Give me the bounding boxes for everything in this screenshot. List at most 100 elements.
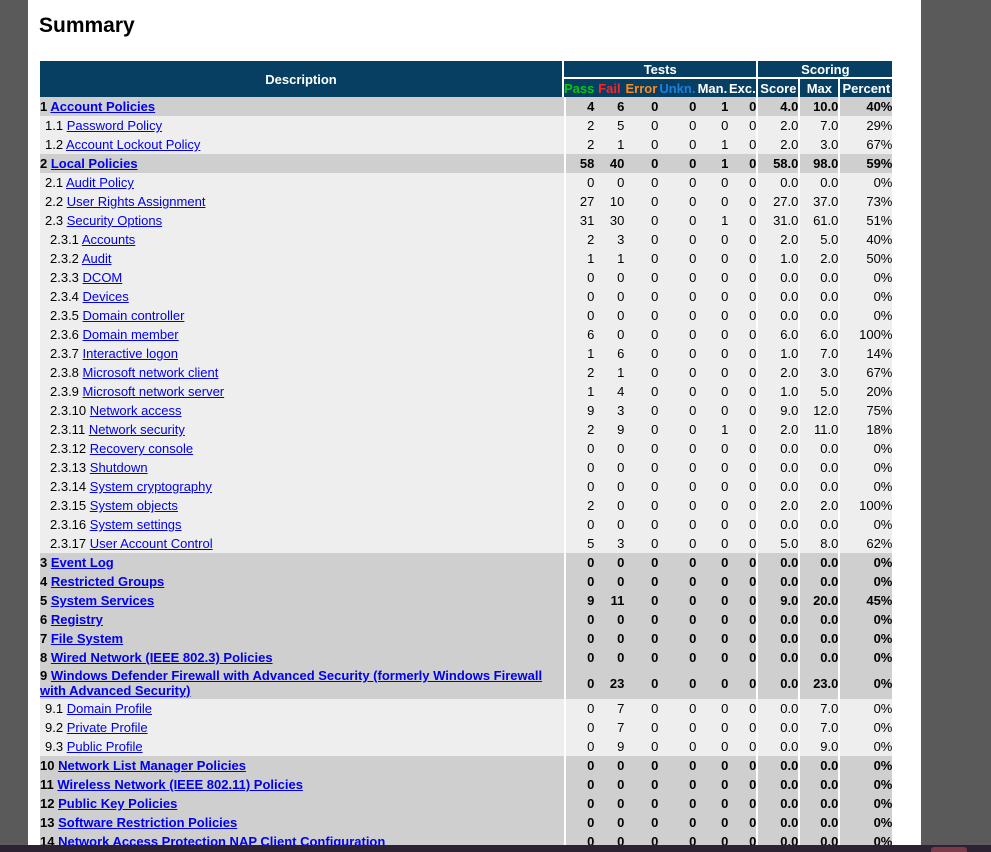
pass-cell: 2 (564, 363, 595, 382)
excluded-cell: 0 (728, 344, 759, 363)
section-link[interactable]: Windows Defender Firewall with Advanced … (40, 668, 542, 698)
section-link[interactable]: Software Restriction Policies (58, 815, 237, 830)
section-link[interactable]: Account Policies (50, 99, 155, 114)
max-cell: 0.0 (798, 306, 839, 325)
header-max: Max (798, 79, 839, 97)
section-link[interactable]: Network List Manager Policies (58, 758, 246, 773)
section-link[interactable]: Password Policy (67, 118, 162, 133)
error-cell: 0 (624, 287, 659, 306)
fail-cell: 1 (594, 363, 625, 382)
error-cell: 0 (624, 363, 659, 382)
excluded-cell: 0 (728, 572, 759, 591)
manual-cell: 0 (696, 756, 729, 775)
section-link[interactable]: Private Profile (67, 720, 148, 735)
fail-cell: 0 (594, 648, 625, 667)
section-link[interactable]: System settings (90, 517, 182, 532)
section-link[interactable]: Restricted Groups (51, 574, 164, 589)
table-row: 5 System Services 9 11 0 0 0 0 9.0 20.0 45% (40, 591, 893, 610)
section-link[interactable]: Registry (51, 612, 103, 627)
excluded-cell: 0 (728, 135, 759, 154)
percent-cell: 59% (838, 154, 893, 173)
section-link[interactable]: Audit (82, 251, 112, 266)
fail-cell: 0 (594, 306, 625, 325)
excluded-cell: 0 (728, 794, 759, 813)
section-link[interactable]: Wired Network (IEEE 802.3) Policies (51, 650, 273, 665)
section-link[interactable]: Domain Profile (67, 701, 152, 716)
section-link[interactable]: Local Policies (51, 156, 138, 171)
section-link[interactable]: Microsoft network server (83, 384, 225, 399)
percent-cell: 0% (838, 813, 893, 832)
row-description: 10 Network List Manager Policies (40, 756, 564, 775)
section-link[interactable]: File System (51, 631, 123, 646)
manual-cell: 1 (696, 420, 729, 439)
max-cell: 0.0 (798, 756, 839, 775)
section-link[interactable]: Security Options (67, 213, 162, 228)
row-description: 2.2 User Rights Assignment (40, 192, 564, 211)
table-row: 2.1 Audit Policy 0 0 0 0 0 0 0.0 0.0 0% (40, 173, 893, 192)
manual-cell: 0 (696, 629, 729, 648)
row-description: 2.3.5 Domain controller (40, 306, 564, 325)
percent-cell: 0% (838, 775, 893, 794)
unknown-cell: 0 (658, 648, 697, 667)
unknown-cell: 0 (658, 775, 697, 794)
section-link[interactable]: Audit Policy (66, 175, 134, 190)
section-link[interactable]: Network security (89, 422, 185, 437)
pass-cell: 0 (564, 553, 595, 572)
manual-cell: 0 (696, 439, 729, 458)
table-row: 4 Restricted Groups 0 0 0 0 0 0 0.0 0.0 0% (40, 572, 893, 591)
score-cell: 0.0 (758, 667, 799, 699)
table-row: 2.3.2 Audit 1 1 0 0 0 0 1.0 2.0 50% (40, 249, 893, 268)
fail-cell: 9 (594, 420, 625, 439)
section-link[interactable]: DCOM (83, 270, 123, 285)
row-description: 6 Registry (40, 610, 564, 629)
table-row: 2.3.8 Microsoft network client 2 1 0 0 0 0 2.0 3… (40, 363, 893, 382)
section-link[interactable]: System Services (51, 593, 154, 608)
score-cell: 2.0 (758, 496, 799, 515)
section-link[interactable]: Account Lockout Policy (66, 137, 200, 152)
manual-cell: 0 (696, 458, 729, 477)
section-link[interactable]: Domain member (83, 327, 179, 342)
table-row: 2.3.6 Domain member 6 0 0 0 0 0 6.0 6.0 100% (40, 325, 893, 344)
unknown-cell: 0 (658, 363, 697, 382)
percent-cell: 67% (838, 135, 893, 154)
section-link[interactable]: Interactive logon (83, 346, 178, 361)
section-link[interactable]: System objects (90, 498, 178, 513)
manual-cell: 1 (696, 211, 729, 230)
section-link[interactable]: User Account Control (90, 536, 213, 551)
excluded-cell: 0 (728, 775, 759, 794)
section-link[interactable]: Public Key Policies (58, 796, 177, 811)
max-cell: 10.0 (798, 97, 839, 116)
percent-cell: 0% (838, 667, 893, 699)
error-cell: 0 (624, 192, 659, 211)
pass-cell: 1 (564, 344, 595, 363)
section-link[interactable]: Shutdown (90, 460, 148, 475)
section-link[interactable]: Recovery console (90, 441, 193, 456)
section-link[interactable]: Public Profile (67, 739, 143, 754)
section-number: 2.3.11 (50, 422, 86, 437)
section-link[interactable]: Event Log (51, 555, 114, 570)
section-link[interactable]: Devices (83, 289, 129, 304)
manual-cell: 0 (696, 648, 729, 667)
percent-cell: 75% (838, 401, 893, 420)
section-link[interactable]: Domain controller (83, 308, 185, 323)
unknown-cell: 0 (658, 97, 697, 116)
excluded-cell: 0 (728, 496, 759, 515)
section-link[interactable]: User Rights Assignment (67, 194, 206, 209)
score-cell: 0.0 (758, 832, 799, 845)
section-link[interactable]: Microsoft network client (83, 365, 219, 380)
pass-cell: 9 (564, 401, 595, 420)
section-link[interactable]: Accounts (82, 232, 135, 247)
section-link[interactable]: System cryptography (90, 479, 212, 494)
fail-cell: 6 (594, 97, 625, 116)
section-link[interactable]: Network access (90, 403, 182, 418)
section-link[interactable]: Network Access Protection NAP Client Con… (58, 834, 385, 845)
section-link[interactable]: Wireless Network (IEEE 802.11) Policies (57, 777, 303, 792)
pass-cell: 1 (564, 249, 595, 268)
excluded-cell: 0 (728, 756, 759, 775)
excluded-cell: 0 (728, 439, 759, 458)
section-number: 9.2 (45, 720, 64, 735)
table-row: 6 Registry 0 0 0 0 0 0 0.0 0.0 0% (40, 610, 893, 629)
row-description: 14 Network Access Protection NAP Client … (40, 832, 564, 845)
section-number: 2.3.13 (50, 460, 87, 475)
pass-cell: 0 (564, 515, 595, 534)
